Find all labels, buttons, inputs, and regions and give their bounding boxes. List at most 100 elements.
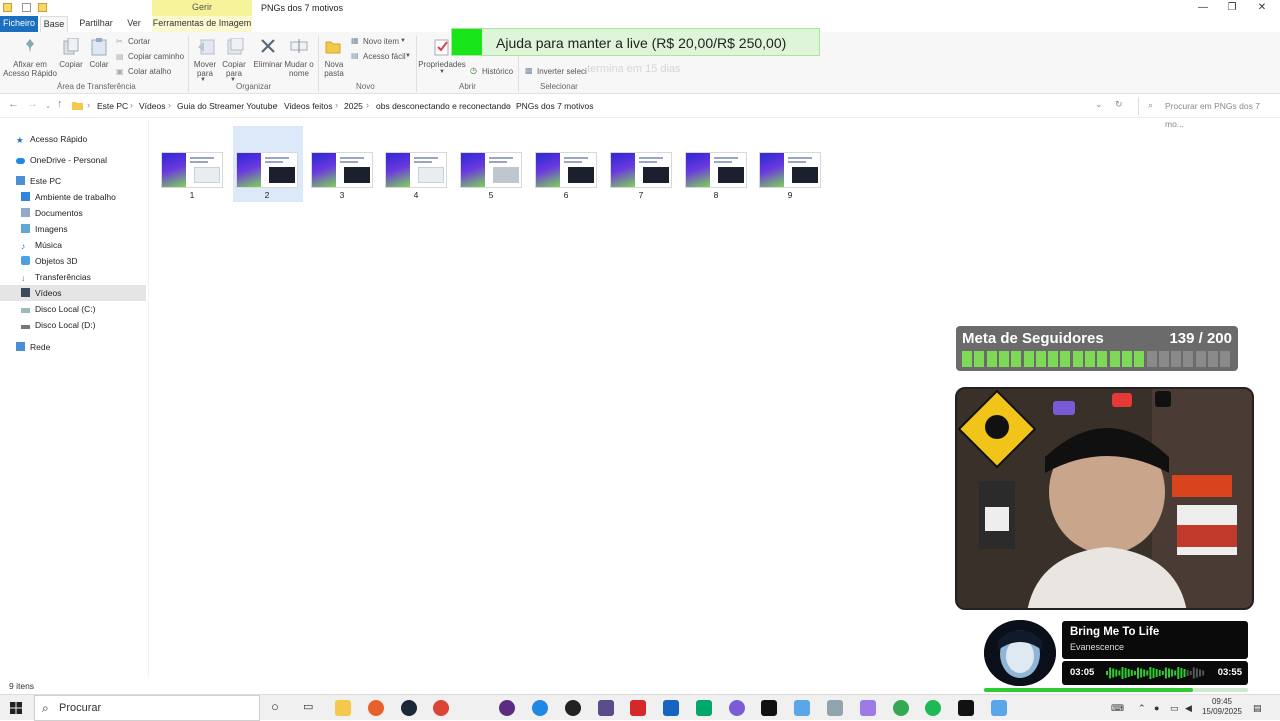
task-view-icon[interactable]: ▭ (303, 700, 313, 713)
nav-disk-c[interactable]: Disco Local (C:) (21, 301, 95, 317)
forward-arrow-icon[interactable]: → (27, 98, 38, 110)
file-item[interactable]: 9 (759, 152, 821, 200)
app-taskbar-icon[interactable] (794, 700, 810, 716)
recent-chevron-icon[interactable]: ⌄ (45, 102, 51, 110)
nav-music[interactable]: ♪ Música (21, 237, 62, 253)
nav-3d-objects[interactable]: Objetos 3D (21, 253, 78, 269)
clock-date: 15/09/2025 (1201, 707, 1243, 716)
brave-taskbar-icon[interactable] (368, 700, 384, 716)
app-taskbar-icon[interactable] (630, 700, 646, 716)
file-item[interactable]: 4 (385, 152, 447, 200)
file-item[interactable]: 6 (535, 152, 597, 200)
taskbar-search[interactable]: Procurar (34, 695, 260, 721)
donation-text: Ajuda para manter a live (R$ 20,00/R$ 25… (496, 35, 787, 51)
copy-button[interactable]: Copiar (57, 60, 85, 69)
nav-this-pc[interactable]: Este PC (16, 173, 61, 189)
file-item[interactable]: 7 (610, 152, 672, 200)
file-explorer-taskbar-icon[interactable] (335, 700, 351, 716)
copy-path-button[interactable]: Copiar caminho (128, 52, 184, 61)
history-button[interactable]: Histórico (482, 67, 513, 76)
nav-desktop[interactable]: Ambiente de trabalho (21, 189, 116, 205)
keyboard-icon[interactable]: ⌨ (1111, 703, 1124, 714)
file-item[interactable]: 5 (460, 152, 522, 200)
move-to-button[interactable]: Mover para (190, 60, 220, 78)
app-taskbar-icon[interactable] (860, 700, 876, 716)
app-taskbar-icon[interactable] (991, 700, 1007, 716)
nav-images[interactable]: Imagens (21, 221, 68, 237)
volume-icon[interactable]: ◀ (1185, 703, 1192, 714)
file-item[interactable]: 2 (236, 152, 298, 200)
pin-button[interactable]: Afixar em Acesso Rápido (2, 60, 58, 78)
copy-to-button[interactable]: Copiar para (220, 60, 248, 78)
paste-button[interactable]: Colar (86, 60, 112, 69)
tab-ficheiro[interactable]: Ficheiro (0, 16, 38, 32)
delete-button[interactable]: Eliminar (252, 60, 284, 69)
app-taskbar-icon[interactable] (532, 700, 548, 716)
capcut-taskbar-icon[interactable] (958, 700, 974, 716)
crumb-este-pc[interactable]: Este PC (97, 101, 128, 111)
refresh-icon[interactable]: ↻ (1115, 99, 1123, 110)
cortana-icon[interactable]: ○ (271, 699, 279, 714)
new-folder-quick-icon[interactable] (38, 3, 47, 12)
rename-button[interactable]: Mudar o nome (284, 60, 314, 78)
tray-expand-icon[interactable]: ⌃ (1138, 703, 1146, 714)
donation-progress-fill (452, 29, 482, 55)
minimize-button[interactable]: — (1196, 2, 1210, 13)
address-dropdown-icon[interactable]: ⌄ (1095, 99, 1103, 110)
app-taskbar-icon[interactable] (696, 700, 712, 716)
restore-button[interactable]: ❐ (1225, 2, 1239, 13)
app-taskbar-icon[interactable] (827, 700, 843, 716)
nav-documents[interactable]: Documentos (21, 205, 83, 221)
search-input[interactable]: Procurar em PNGs dos 7 mo... (1138, 97, 1274, 129)
network-tray-icon[interactable]: ▭ (1170, 703, 1179, 714)
spotify-taskbar-icon[interactable] (925, 700, 941, 716)
crumb-pngs[interactable]: PNGs dos 7 motivos (516, 101, 593, 111)
tab-ver[interactable]: Ver (124, 16, 144, 32)
obs-taskbar-icon[interactable] (565, 700, 581, 716)
nav-network[interactable]: Rede (16, 339, 50, 355)
cloud-icon (16, 158, 25, 164)
file-item[interactable]: 8 (685, 152, 747, 200)
crumb-2025[interactable]: 2025 (344, 101, 363, 111)
app-taskbar-icon[interactable] (729, 700, 745, 716)
steam-taskbar-icon[interactable] (401, 700, 417, 716)
windows-start-icon[interactable] (10, 702, 22, 714)
paste-shortcut-button[interactable]: Colar atalho (128, 67, 171, 76)
nav-downloads[interactable]: ↓ Transferências (21, 269, 91, 285)
outlook-taskbar-icon[interactable] (663, 700, 679, 716)
tab-partilhar[interactable]: Partilhar (76, 16, 116, 32)
file-item[interactable]: 3 (311, 152, 373, 200)
back-arrow-icon[interactable]: ← (8, 98, 19, 110)
crumb-videos[interactable]: Vídeos (139, 101, 165, 111)
easy-access-button[interactable]: Acesso fácil (363, 52, 406, 61)
app-taskbar-icon[interactable] (598, 700, 614, 716)
notification-icon[interactable]: ▤ (1253, 703, 1262, 714)
chrome-taskbar-icon[interactable] (433, 700, 449, 716)
new-item-button[interactable]: Novo item (363, 37, 399, 46)
documents-icon (21, 208, 30, 217)
crumb-videos-feitos[interactable]: Videos feitos (284, 101, 333, 111)
properties-button[interactable]: Propriedades (418, 60, 466, 69)
epic-taskbar-icon[interactable] (761, 700, 777, 716)
crumb-separator-icon: › (130, 100, 133, 110)
properties-quick-icon[interactable] (22, 3, 31, 12)
crumb-obs[interactable]: obs desconectando e reconectando (376, 101, 511, 111)
tab-base[interactable]: Base (40, 16, 68, 32)
nav-disk-d[interactable]: Disco Local (D:) (21, 317, 95, 333)
crumb-guia-streamer[interactable]: Guia do Streamer Youtube (177, 101, 277, 111)
file-item[interactable]: 1 (161, 152, 223, 200)
microphone-icon[interactable]: ● (1154, 703, 1159, 713)
visualizer-bar (1137, 667, 1139, 679)
invert-selection-button[interactable]: Inverter seleci (537, 67, 587, 76)
nav-quick-access[interactable]: ★ Acesso Rápido (16, 131, 87, 147)
up-arrow-icon[interactable]: ↑ (57, 98, 63, 110)
chrome-profile-taskbar-icon[interactable] (893, 700, 909, 716)
close-button[interactable]: ✕ (1255, 2, 1269, 13)
cut-button[interactable]: Cortar (128, 37, 150, 46)
app-taskbar-icon[interactable] (499, 700, 515, 716)
new-folder-button[interactable]: Nova pasta (318, 60, 350, 78)
tab-ferramentas-imagem[interactable]: Ferramentas de Imagem (152, 16, 252, 32)
clock[interactable]: 09:45 15/09/2025 (1198, 697, 1246, 717)
nav-videos[interactable]: Vídeos (0, 285, 146, 301)
nav-onedrive[interactable]: OneDrive - Personal (16, 152, 107, 168)
